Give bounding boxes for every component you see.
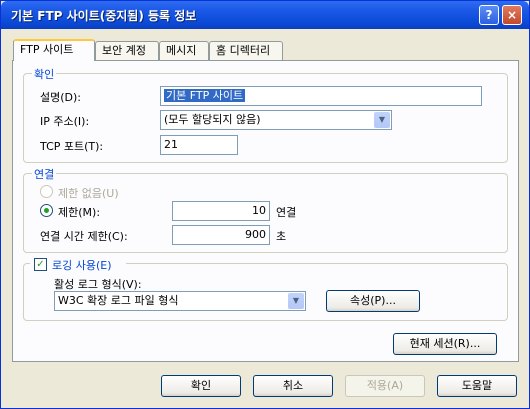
logging-group: ✓ 로깅 사용(E) 활성 로그 형식(V): W3C 확장 로그 파일 형식 … [23,256,508,321]
unlimited-radio[interactable] [40,185,53,198]
tab-home-directory[interactable]: 홈 디렉터리 [209,41,283,60]
enable-logging-checkbox[interactable]: ✓ [34,258,47,271]
log-format-label: 활성 로그 형식(V): [54,278,142,291]
connection-unit: 연결 [276,206,297,219]
log-properties-button[interactable]: 속성(P)... [326,290,420,312]
cancel-button[interactable]: 취소 [253,375,333,397]
log-format-value: W3C 확장 로그 파일 형식 [58,294,179,307]
ip-address-label: IP 주소(I): [40,115,90,128]
chevron-down-icon[interactable]: ▼ [288,293,304,309]
connection-legend: 연결 [32,166,57,182]
unlimited-label: 제한 없음(U) [58,187,119,200]
limited-label: 제한(M): [58,206,101,219]
dialog-title: 기본 FTP 사이트(중지됨) 등록 정보 [11,9,197,23]
identification-group: 확인 설명(D): 기본 FTP 사이트 IP 주소(I): (모두 할당되지 … [23,66,508,163]
timeout-label: 연결 시간 제한(C): [40,230,128,243]
ip-address-select[interactable]: (모두 할당되지 않음) ▼ [160,110,392,130]
tab-messages[interactable]: 메시지 [159,41,209,60]
ok-button[interactable]: 확인 [161,375,241,397]
ftp-site-panel: 확인 설명(D): 기본 FTP 사이트 IP 주소(I): (모두 할당되지 … [12,60,519,362]
help-icon[interactable]: ? [479,5,499,25]
tab-security-accounts[interactable]: 보안 계정 [95,41,159,60]
properties-dialog: 기본 FTP 사이트(중지됨) 등록 정보 ? × FTP 사이트 보안 계정 … [0,0,530,409]
help-button[interactable]: 도움말 [437,375,517,397]
tab-ftp-site[interactable]: FTP 사이트 [13,39,95,61]
description-value: 기본 FTP 사이트 [164,89,246,102]
connection-limit-input[interactable]: 10 [172,201,270,221]
ip-address-value: (모두 할당되지 않음) [164,113,261,126]
apply-button[interactable]: 적용(A) [345,375,425,397]
enable-logging-label: 로깅 사용(E) [52,259,112,272]
title-bar: 기본 FTP 사이트(중지됨) 등록 정보 ? × [1,1,529,29]
chevron-down-icon[interactable]: ▼ [374,112,390,128]
description-label: 설명(D): [40,91,81,104]
log-format-select[interactable]: W3C 확장 로그 파일 형식 ▼ [54,291,306,311]
limited-radio[interactable] [40,204,53,217]
current-sessions-button[interactable]: 현재 세션(R)... [393,333,497,355]
description-input[interactable]: 기본 FTP 사이트 [160,86,482,106]
connection-group: 연결 제한 없음(U) 제한(M): 10 연결 연결 시간 제한(C): 90… [23,166,508,253]
timeout-unit: 초 [276,230,287,243]
identification-legend: 확인 [32,66,57,82]
close-icon[interactable]: × [502,5,522,25]
tcp-port-label: TCP 포트(T): [40,140,104,153]
tcp-port-input[interactable]: 21 [160,135,238,155]
connection-timeout-input[interactable]: 900 [172,225,270,245]
